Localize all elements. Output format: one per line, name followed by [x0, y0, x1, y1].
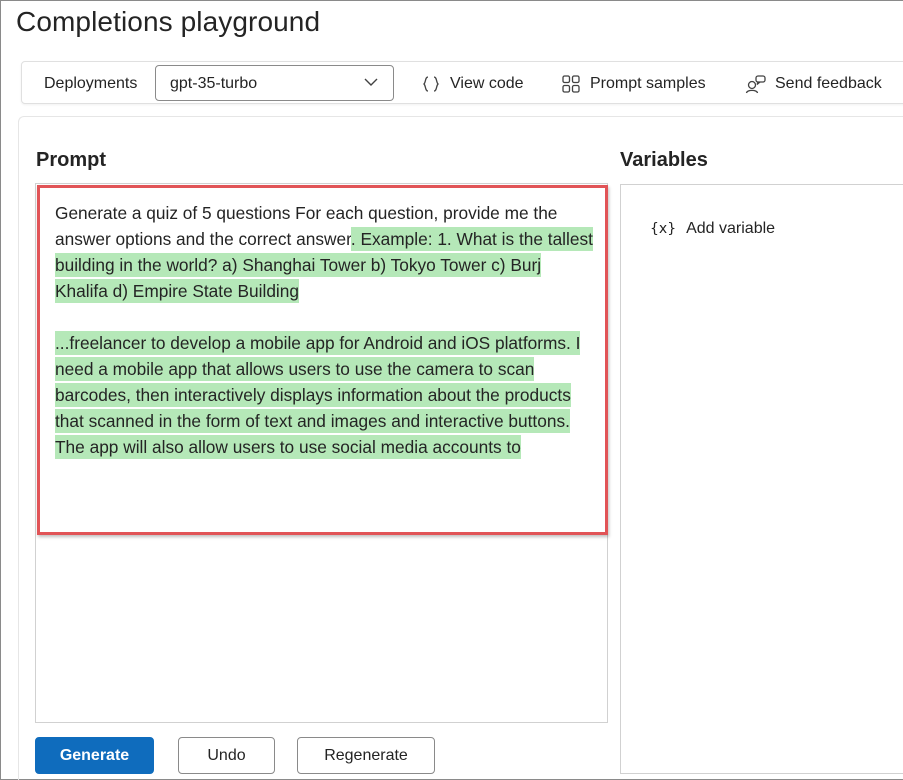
chevron-down-icon [364, 78, 378, 86]
feedback-icon [745, 74, 767, 94]
deployments-label: Deployments [44, 75, 138, 92]
send-feedback-button[interactable]: Send feedback [745, 62, 882, 105]
variable-icon: {x} [650, 221, 677, 237]
view-code-label: View code [450, 74, 524, 92]
braces-icon [420, 74, 442, 94]
add-variable-button[interactable]: {x} Add variable [650, 220, 775, 238]
prompt-samples-label: Prompt samples [590, 74, 706, 92]
prompt-samples-button[interactable]: Prompt samples [560, 62, 706, 105]
deployment-select[interactable]: gpt-35-turbo [155, 65, 394, 101]
variables-panel [620, 184, 903, 774]
generate-button[interactable]: Generate [35, 737, 154, 774]
add-variable-label: Add variable [686, 220, 776, 237]
regenerate-button[interactable]: Regenerate [297, 737, 435, 774]
annotation-highlight-box [37, 185, 608, 535]
send-feedback-label: Send feedback [775, 74, 882, 92]
grid-icon [560, 74, 582, 94]
page-title: Completions playground [16, 6, 321, 37]
prompt-title: Prompt [36, 149, 106, 171]
toolbar: Deployments gpt-35-turbo View code Promp… [21, 61, 903, 104]
variables-title: Variables [620, 149, 708, 171]
deployment-value: gpt-35-turbo [170, 75, 258, 92]
undo-button[interactable]: Undo [178, 737, 275, 774]
view-code-button[interactable]: View code [420, 62, 524, 105]
